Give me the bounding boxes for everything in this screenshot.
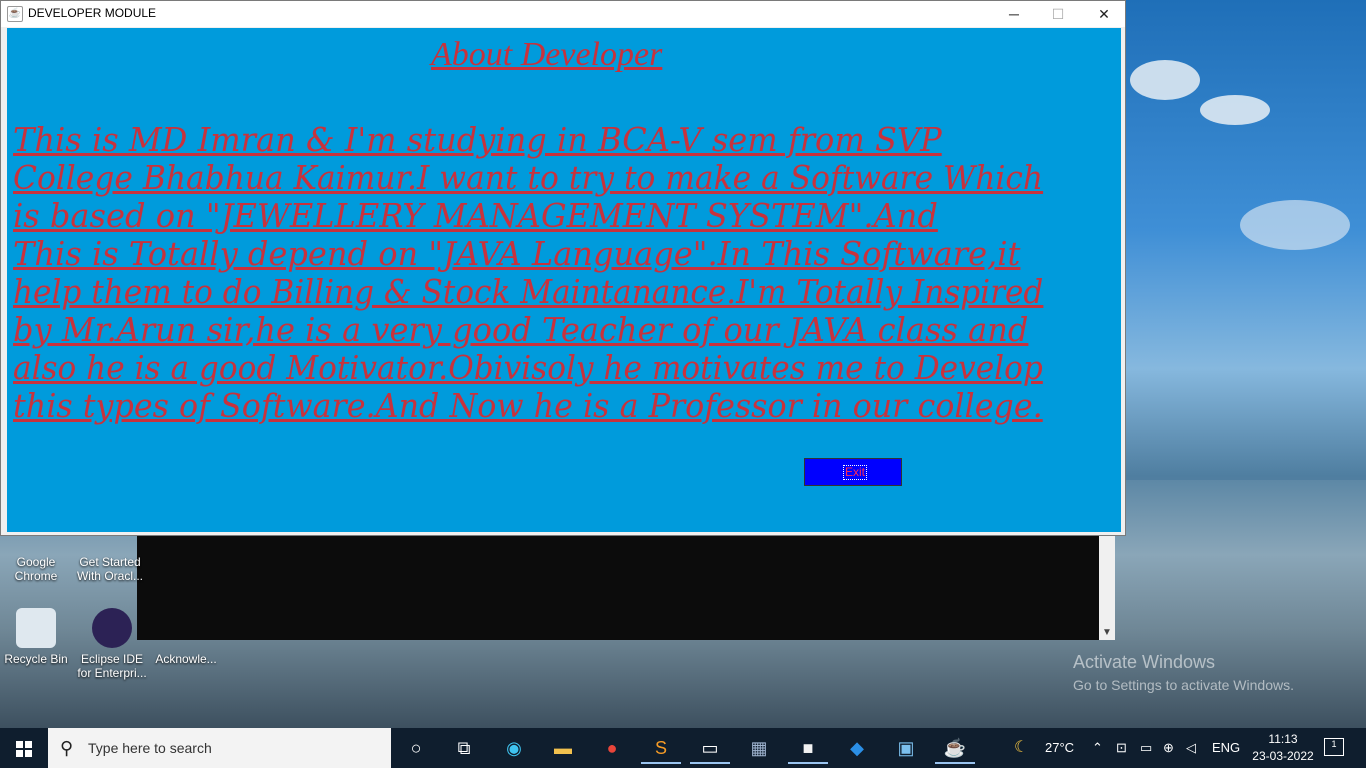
paragraph-line: also he is a good Motivator.Obivisoly he… xyxy=(13,348,1043,387)
paragraph-line: is based on "JEWELLERY MANAGEMENT SYSTEM… xyxy=(13,196,938,235)
java-app-icon: ☕ xyxy=(7,6,23,22)
wallpaper-cloud xyxy=(1130,60,1200,100)
terminal-scrollbar[interactable]: ▼ xyxy=(1099,536,1115,640)
windows-logo-icon xyxy=(16,741,32,757)
control-panel-icon[interactable]: ▣ xyxy=(886,732,926,764)
activate-title: Activate Windows xyxy=(1073,652,1216,672)
sql-icon[interactable]: ▦ xyxy=(739,732,779,764)
cmd-icon[interactable]: ▭ xyxy=(690,732,730,764)
intellij-icon[interactable]: ■ xyxy=(788,732,828,764)
maximize-button[interactable]: ☐ xyxy=(1035,1,1081,27)
background-terminal-window[interactable]: ▼ xyxy=(137,536,1115,640)
eclipse-icon xyxy=(92,608,132,648)
paragraph-line: help them to do Billing & Stock Maintana… xyxy=(13,272,1044,311)
about-panel: About Developer This is MD Imran & I'm s… xyxy=(7,28,1121,532)
edge-icon[interactable]: ◉ xyxy=(494,732,534,764)
weather-temp[interactable]: 27°C xyxy=(1045,740,1074,755)
activate-subtitle: Go to Settings to activate Windows. xyxy=(1073,677,1294,693)
battery-icon[interactable]: ▭ xyxy=(1140,740,1152,756)
developer-module-window: ☕ DEVELOPER MODULE ─ ☐ ✕ About Developer… xyxy=(0,0,1126,536)
exit-button-label: Exit xyxy=(843,465,868,480)
start-button[interactable] xyxy=(0,728,48,768)
clock-time: 11:13 xyxy=(1268,732,1298,746)
search-icon: ⚲ xyxy=(60,738,74,758)
scroll-down-icon[interactable]: ▼ xyxy=(1102,627,1112,638)
taskbar-search-box[interactable]: ⚲ Type here to search xyxy=(48,728,391,768)
desktop-icon-label: Eclipse IDE for Enterpri... xyxy=(77,652,147,680)
desktop-icon-acknowledgement[interactable]: Acknowle... xyxy=(150,608,222,666)
wallpaper-cloud xyxy=(1200,95,1270,125)
paragraph-line: by Mr.Arun sir,he is a very good Teacher… xyxy=(13,310,1029,349)
taskbar-clock[interactable]: 11:13 23-03-2022 xyxy=(1252,731,1314,765)
about-paragraph: This is MD Imran & I'm studying in BCA-V… xyxy=(13,121,1073,425)
window-title: DEVELOPER MODULE xyxy=(28,6,157,20)
language-indicator[interactable]: ENG xyxy=(1212,740,1240,755)
desktop-icon-oracle[interactable]: Get Started With Oracl... xyxy=(76,537,148,583)
paragraph-line: This is Totally depend on "JAVA Language… xyxy=(13,234,1021,273)
notification-center-icon[interactable]: 1 xyxy=(1324,738,1344,756)
desktop-icon-label: Google Chrome xyxy=(14,555,58,583)
cortana-icon[interactable]: ○ xyxy=(396,732,436,764)
activate-windows-watermark: Activate Windows Go to Settings to activ… xyxy=(1073,652,1294,693)
desktop-icon-recycle-bin[interactable]: Recycle Bin xyxy=(0,608,72,666)
meet-icon[interactable]: ⊡ xyxy=(1116,740,1127,756)
volume-icon[interactable]: ◁ xyxy=(1186,740,1196,756)
recycle-bin-icon xyxy=(16,608,56,648)
wallpaper-cloud xyxy=(1240,200,1350,250)
java-icon[interactable]: ☕ xyxy=(935,732,975,764)
vscode-icon[interactable]: ◆ xyxy=(837,732,877,764)
desktop-icon-label: Acknowle... xyxy=(155,652,217,666)
file-explorer-icon[interactable]: ▬ xyxy=(543,732,583,764)
taskbar: ⚲ Type here to search ○ ⧉ ◉ ▬ ● S ▭ ▦ ■ … xyxy=(0,728,1366,768)
document-icon xyxy=(166,608,206,648)
chrome-icon[interactable]: ● xyxy=(592,732,632,764)
desktop-icon-eclipse[interactable]: Eclipse IDE for Enterpri... xyxy=(76,608,148,680)
clock-date: 23-03-2022 xyxy=(1252,749,1314,763)
desktop-icon-chrome[interactable]: Google Chrome xyxy=(0,537,72,583)
desktop-icon-label: Recycle Bin xyxy=(4,652,68,666)
task-view-icon[interactable]: ⧉ xyxy=(444,732,484,764)
chevron-up-icon[interactable]: ⌃ xyxy=(1092,740,1103,756)
window-titlebar[interactable]: ☕ DEVELOPER MODULE ─ ☐ ✕ xyxy=(1,1,1125,27)
paragraph-line: this types of Software.And Now he is a P… xyxy=(13,386,1043,425)
desktop-icon-label: Get Started With Oracl... xyxy=(76,555,143,583)
paragraph-line: College Bhabhua Kaimur.I want to try to … xyxy=(13,158,1044,197)
paragraph-line: This is MD Imran & I'm studying in BCA-V… xyxy=(13,120,942,159)
network-icon[interactable]: ⊕ xyxy=(1163,740,1174,756)
notification-count: 1 xyxy=(1331,739,1337,749)
page-title: About Developer xyxy=(431,36,663,73)
search-placeholder: Type here to search xyxy=(88,740,212,756)
minimize-button[interactable]: ─ xyxy=(991,1,1037,27)
weather-icon[interactable]: ☾ xyxy=(1014,737,1028,757)
close-button[interactable]: ✕ xyxy=(1081,1,1127,27)
sublime-icon[interactable]: S xyxy=(641,732,681,764)
exit-button[interactable]: Exit xyxy=(804,458,902,486)
